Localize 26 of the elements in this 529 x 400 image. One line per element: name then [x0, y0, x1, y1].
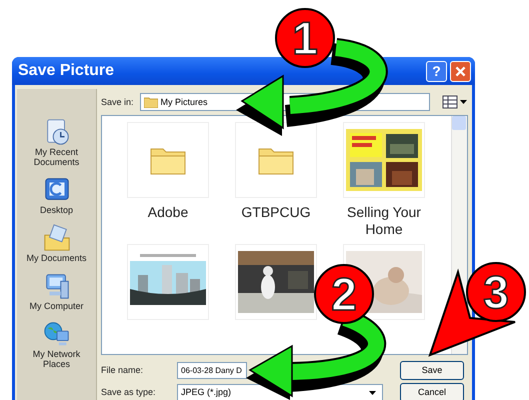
step-number-badge: 1: [275, 8, 335, 68]
place-label[interactable]: My Network Places: [18, 349, 94, 369]
place-label[interactable]: My Computer: [29, 301, 84, 311]
save-as-type-label: Save as type:: [101, 387, 157, 397]
file-name-field[interactable]: 06-03-28 Dany D: [177, 362, 247, 378]
file-name-label[interactable]: Selling Your Home: [334, 204, 434, 238]
step-number-badge: 3: [466, 262, 526, 322]
save-in-label: Save in:: [101, 97, 134, 107]
folder-icon: [144, 96, 158, 108]
file-name-label[interactable]: Adobe: [148, 204, 188, 221]
cancel-button[interactable]: Cancel: [400, 382, 464, 400]
place-label[interactable]: Desktop: [40, 205, 74, 215]
view-menu-icon[interactable]: [442, 95, 468, 109]
file-name-label: File name:: [101, 365, 144, 375]
documents-icon[interactable]: [42, 223, 72, 253]
picture-thumbnail[interactable]: [235, 244, 317, 320]
place-label[interactable]: My Recent Documents: [18, 147, 94, 167]
file-name-label[interactable]: GTBPCUG: [241, 204, 311, 221]
picture-thumbnail[interactable]: [127, 244, 209, 320]
window-title: Save Picture: [18, 62, 116, 80]
folder-thumbnail[interactable]: [127, 122, 209, 198]
save-button[interactable]: Save: [400, 360, 464, 380]
picture-thumbnail[interactable]: [343, 122, 425, 198]
help-button[interactable]: ?: [426, 60, 447, 82]
place-label[interactable]: My Documents: [26, 253, 87, 263]
close-icon[interactable]: [450, 60, 471, 82]
